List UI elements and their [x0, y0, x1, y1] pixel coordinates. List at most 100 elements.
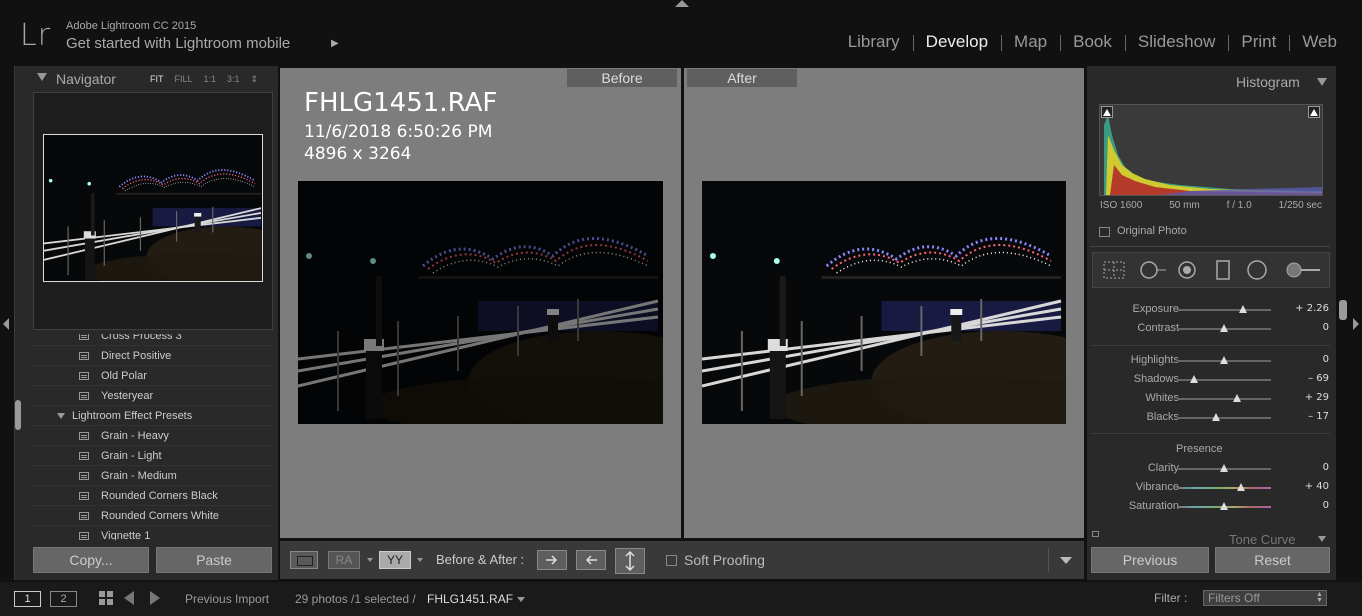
paste-button[interactable]: Paste	[156, 547, 272, 573]
preset-item[interactable]: Yesteryear	[33, 386, 273, 406]
original-photo-checkbox[interactable]	[1099, 227, 1110, 237]
slider-vibrance[interactable]: Vibrance + 40	[1091, 478, 1331, 497]
module-develop[interactable]: Develop	[912, 32, 1001, 52]
chevron-down-icon[interactable]	[417, 558, 423, 562]
crop-tool-icon[interactable]	[1102, 260, 1126, 280]
loupe-view-button[interactable]	[290, 551, 318, 569]
before-after-side-by-side-button[interactable]: YY	[379, 551, 411, 569]
zoom-option-fit[interactable]: FIT	[150, 74, 164, 85]
copy-after-to-before-button[interactable]	[576, 550, 606, 570]
soft-proofing-label[interactable]: Soft Proofing	[684, 552, 765, 568]
histogram-graph[interactable]	[1099, 104, 1323, 196]
zoom-option-fill[interactable]: FILL	[175, 74, 193, 85]
collapse-triangle-icon[interactable]	[1317, 78, 1327, 86]
zoom-option-1-1[interactable]: 1:1	[204, 74, 217, 85]
secondary-display-button[interactable]: 2	[50, 591, 77, 607]
slider-track[interactable]	[1177, 309, 1271, 311]
preset-item[interactable]: Vignette 1	[33, 526, 273, 540]
preset-item[interactable]: Grain - Medium	[33, 466, 273, 486]
shadow-clipping-icon[interactable]	[1101, 106, 1113, 118]
module-slideshow[interactable]: Slideshow	[1124, 32, 1229, 52]
histogram-title[interactable]: Histogram	[1236, 74, 1300, 90]
module-book[interactable]: Book	[1060, 32, 1125, 52]
preset-item[interactable]: Grain - Light	[33, 446, 273, 466]
filmstrip-filename[interactable]: FHLG1451.RAF	[427, 592, 513, 606]
chevron-down-icon[interactable]	[517, 597, 525, 602]
zoom-option-3-1[interactable]: 3:1	[227, 74, 240, 85]
slider-value[interactable]: + 29	[1289, 392, 1329, 403]
toolbar-options-dropdown-icon[interactable]	[1060, 557, 1072, 564]
module-library[interactable]: Library	[835, 32, 913, 52]
back-arrow-icon[interactable]	[124, 591, 134, 605]
slider-whites[interactable]: Whites + 29	[1091, 389, 1331, 408]
slider-handle[interactable]	[1220, 464, 1228, 472]
slider-exposure[interactable]: Exposure + 2.26	[1091, 300, 1331, 319]
slider-track[interactable]	[1177, 398, 1271, 400]
copy-before-to-after-button[interactable]	[537, 550, 567, 570]
navigator-title[interactable]: Navigator	[56, 71, 116, 87]
module-map[interactable]: Map	[1001, 32, 1060, 52]
radial-filter-tool-icon[interactable]	[1246, 260, 1270, 280]
slider-contrast[interactable]: Contrast 0	[1091, 319, 1331, 338]
preset-item[interactable]: Cross Process 3	[33, 334, 273, 346]
panel-switch-checkbox[interactable]	[1092, 531, 1099, 537]
preset-folder[interactable]: Lightroom Effect Presets	[33, 406, 273, 426]
slider-handle[interactable]	[1212, 413, 1221, 421]
tone-curve-panel-header[interactable]: Tone Curve	[1229, 532, 1295, 547]
slider-value[interactable]: 0	[1289, 500, 1329, 511]
module-web[interactable]: Web	[1289, 32, 1350, 52]
slider-track[interactable]	[1177, 417, 1271, 419]
preset-item[interactable]: Rounded Corners Black	[33, 486, 273, 506]
slider-value[interactable]: + 40	[1289, 481, 1329, 492]
slider-blacks[interactable]: Blacks – 17	[1091, 408, 1331, 427]
slider-track[interactable]	[1177, 487, 1271, 489]
slider-clarity[interactable]: Clarity 0	[1091, 459, 1331, 478]
left-panel-scrollbar[interactable]	[15, 400, 21, 430]
swap-before-after-button[interactable]	[615, 548, 645, 574]
module-print[interactable]: Print	[1228, 32, 1289, 52]
slider-handle[interactable]	[1236, 483, 1245, 491]
left-panel-toggle-icon[interactable]	[3, 318, 9, 330]
mobile-prompt-link[interactable]: Get started with Lightroom mobile	[66, 35, 290, 52]
play-arrow-icon[interactable]: ▶	[331, 38, 339, 49]
preset-item[interactable]: Grain - Heavy	[33, 426, 273, 446]
preset-item[interactable]: Rounded Corners White	[33, 506, 273, 526]
filter-select[interactable]: Filters Off	[1203, 590, 1327, 606]
before-photo[interactable]	[298, 181, 663, 424]
slider-highlights[interactable]: Highlights 0	[1091, 351, 1331, 370]
spot-removal-tool-icon[interactable]	[1138, 260, 1166, 280]
slider-value[interactable]: 0	[1289, 322, 1329, 333]
reset-button[interactable]: Reset	[1215, 547, 1330, 573]
soft-proofing-checkbox[interactable]	[666, 555, 677, 566]
chevron-down-icon[interactable]	[367, 558, 373, 562]
collapse-triangle-icon[interactable]	[1318, 536, 1326, 542]
red-eye-tool-icon[interactable]	[1176, 260, 1200, 280]
preset-item[interactable]: Direct Positive	[33, 346, 273, 366]
highlight-clipping-icon[interactable]	[1308, 106, 1320, 118]
forward-arrow-icon[interactable]	[150, 591, 160, 605]
slider-handle[interactable]	[1189, 375, 1198, 383]
navigator-thumbnail[interactable]	[43, 134, 263, 282]
original-photo-label[interactable]: Original Photo	[1117, 225, 1187, 237]
right-panel-scrollbar[interactable]	[1339, 300, 1347, 320]
slider-shadows[interactable]: Shadows – 69	[1091, 370, 1331, 389]
slider-value[interactable]: – 69	[1289, 373, 1329, 384]
slider-saturation[interactable]: Saturation 0	[1091, 497, 1331, 516]
slider-handle[interactable]	[1220, 324, 1228, 332]
primary-display-button[interactable]: 1	[14, 591, 41, 607]
copy-button[interactable]: Copy...	[33, 547, 149, 573]
filmstrip-source[interactable]: Previous Import	[185, 592, 269, 606]
slider-handle[interactable]	[1233, 394, 1242, 402]
zoom-options-arrow-icon[interactable]: ⇕	[251, 74, 259, 85]
slider-handle[interactable]	[1220, 356, 1228, 364]
collapse-triangle-icon[interactable]	[37, 73, 47, 81]
after-photo[interactable]	[702, 181, 1066, 424]
preset-item[interactable]: Old Polar	[33, 366, 273, 386]
slider-value[interactable]: – 17	[1289, 411, 1329, 422]
slider-value[interactable]: + 2.26	[1289, 303, 1329, 314]
right-panel-toggle-icon[interactable]	[1353, 318, 1359, 330]
slider-handle[interactable]	[1238, 305, 1247, 313]
slider-handle[interactable]	[1220, 502, 1228, 510]
grid-view-icon[interactable]	[99, 591, 113, 605]
before-after-left-right-button[interactable]: RA	[328, 551, 360, 569]
